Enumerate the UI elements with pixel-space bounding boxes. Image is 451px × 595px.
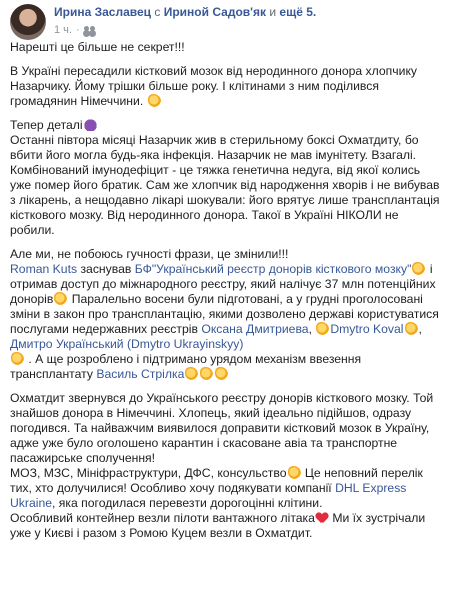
clapping-hands-icon [287,466,301,479]
post-text: , [308,322,316,336]
friends-icon[interactable] [83,25,95,35]
post-paragraph: Нарешті це більше не секрет!!! [10,40,444,55]
post-text: Тепер деталі [10,118,83,132]
author-avatar[interactable] [10,4,46,40]
post-header-text: Ирина Заславец с Ириной Садов'як и ещё 5… [54,5,444,20]
clapping-hands-icon [316,322,330,335]
clapping-hands-icon [404,322,418,335]
post-timestamp-link[interactable]: 1 ч. [54,23,72,37]
red-heart-icon [316,513,328,524]
post-text: , [418,322,422,336]
post-text: заснував [77,262,135,276]
mention-link[interactable]: Дмитро Украïнський (Dmytro Ukrayinskyy) [10,337,243,351]
post-paragraph: В Україні пересадили кістковий мозок від… [10,64,444,109]
mention-link[interactable]: Василь Стрілка [96,367,184,381]
post-text: Особливий контейнер везли пілоти вантажн… [10,511,315,525]
post-paragraph: Але ми, не побоюсь гучності фрази, це зм… [10,247,444,382]
post-text: Але ми, не побоюсь гучності фрази, це зм… [10,247,289,261]
post-text: В Україні пересадили кістковий мозок від… [10,64,418,108]
post-meta: 1 ч. · [54,23,95,37]
clapping-hands-icon [200,367,214,380]
mention-link[interactable]: Roman Kuts [10,262,77,276]
clapping-hands-icon [412,262,426,275]
clapping-hands-icon [54,292,68,305]
mention-link[interactable]: Dmytro Koval [330,322,403,336]
post-text: Останні півтора місяці Назарчик жив в ст… [10,133,440,237]
page-link[interactable]: БФ"Український реєстр донорів кісткового… [135,262,412,276]
post-text: Охматдит звернувся до Українського реєст… [10,391,434,465]
post-body: Нарешті це більше не секрет!!! В Україні… [10,40,444,550]
with-label: с [154,5,161,19]
post-paragraph: Охматдит звернувся до Українського реєст… [10,391,444,541]
post-text: , яка погодилася перевезти дорогоцінні к… [52,496,323,510]
mention-link[interactable]: Оксана Дмитриева [201,322,308,336]
smiling-devil-icon [83,118,97,131]
clapping-hands-icon [147,94,161,107]
tagged-person-link[interactable]: Ириной Садов'як [164,5,266,19]
and-label: и [269,5,277,19]
clapping-hands-icon [185,367,199,380]
clapping-hands-icon [11,352,24,365]
post-text: Нарешті це більше не секрет!!! [10,40,185,54]
post-header: Ирина Заславец с Ириной Садов'як и ещё 5… [10,4,440,40]
clapping-hands-icon [215,367,229,380]
post-paragraph: Тепер деталі Останні півтора місяці Назар… [10,118,444,238]
tagged-others-link[interactable]: ещё 5. [279,5,316,19]
facebook-post: Ирина Заславец с Ириной Садов'як и ещё 5… [0,0,451,595]
post-text: МОЗ, МЗС, Мініфраструктури, ДФС, консуль… [10,466,287,480]
author-name-link[interactable]: Ирина Заславец [54,5,151,19]
